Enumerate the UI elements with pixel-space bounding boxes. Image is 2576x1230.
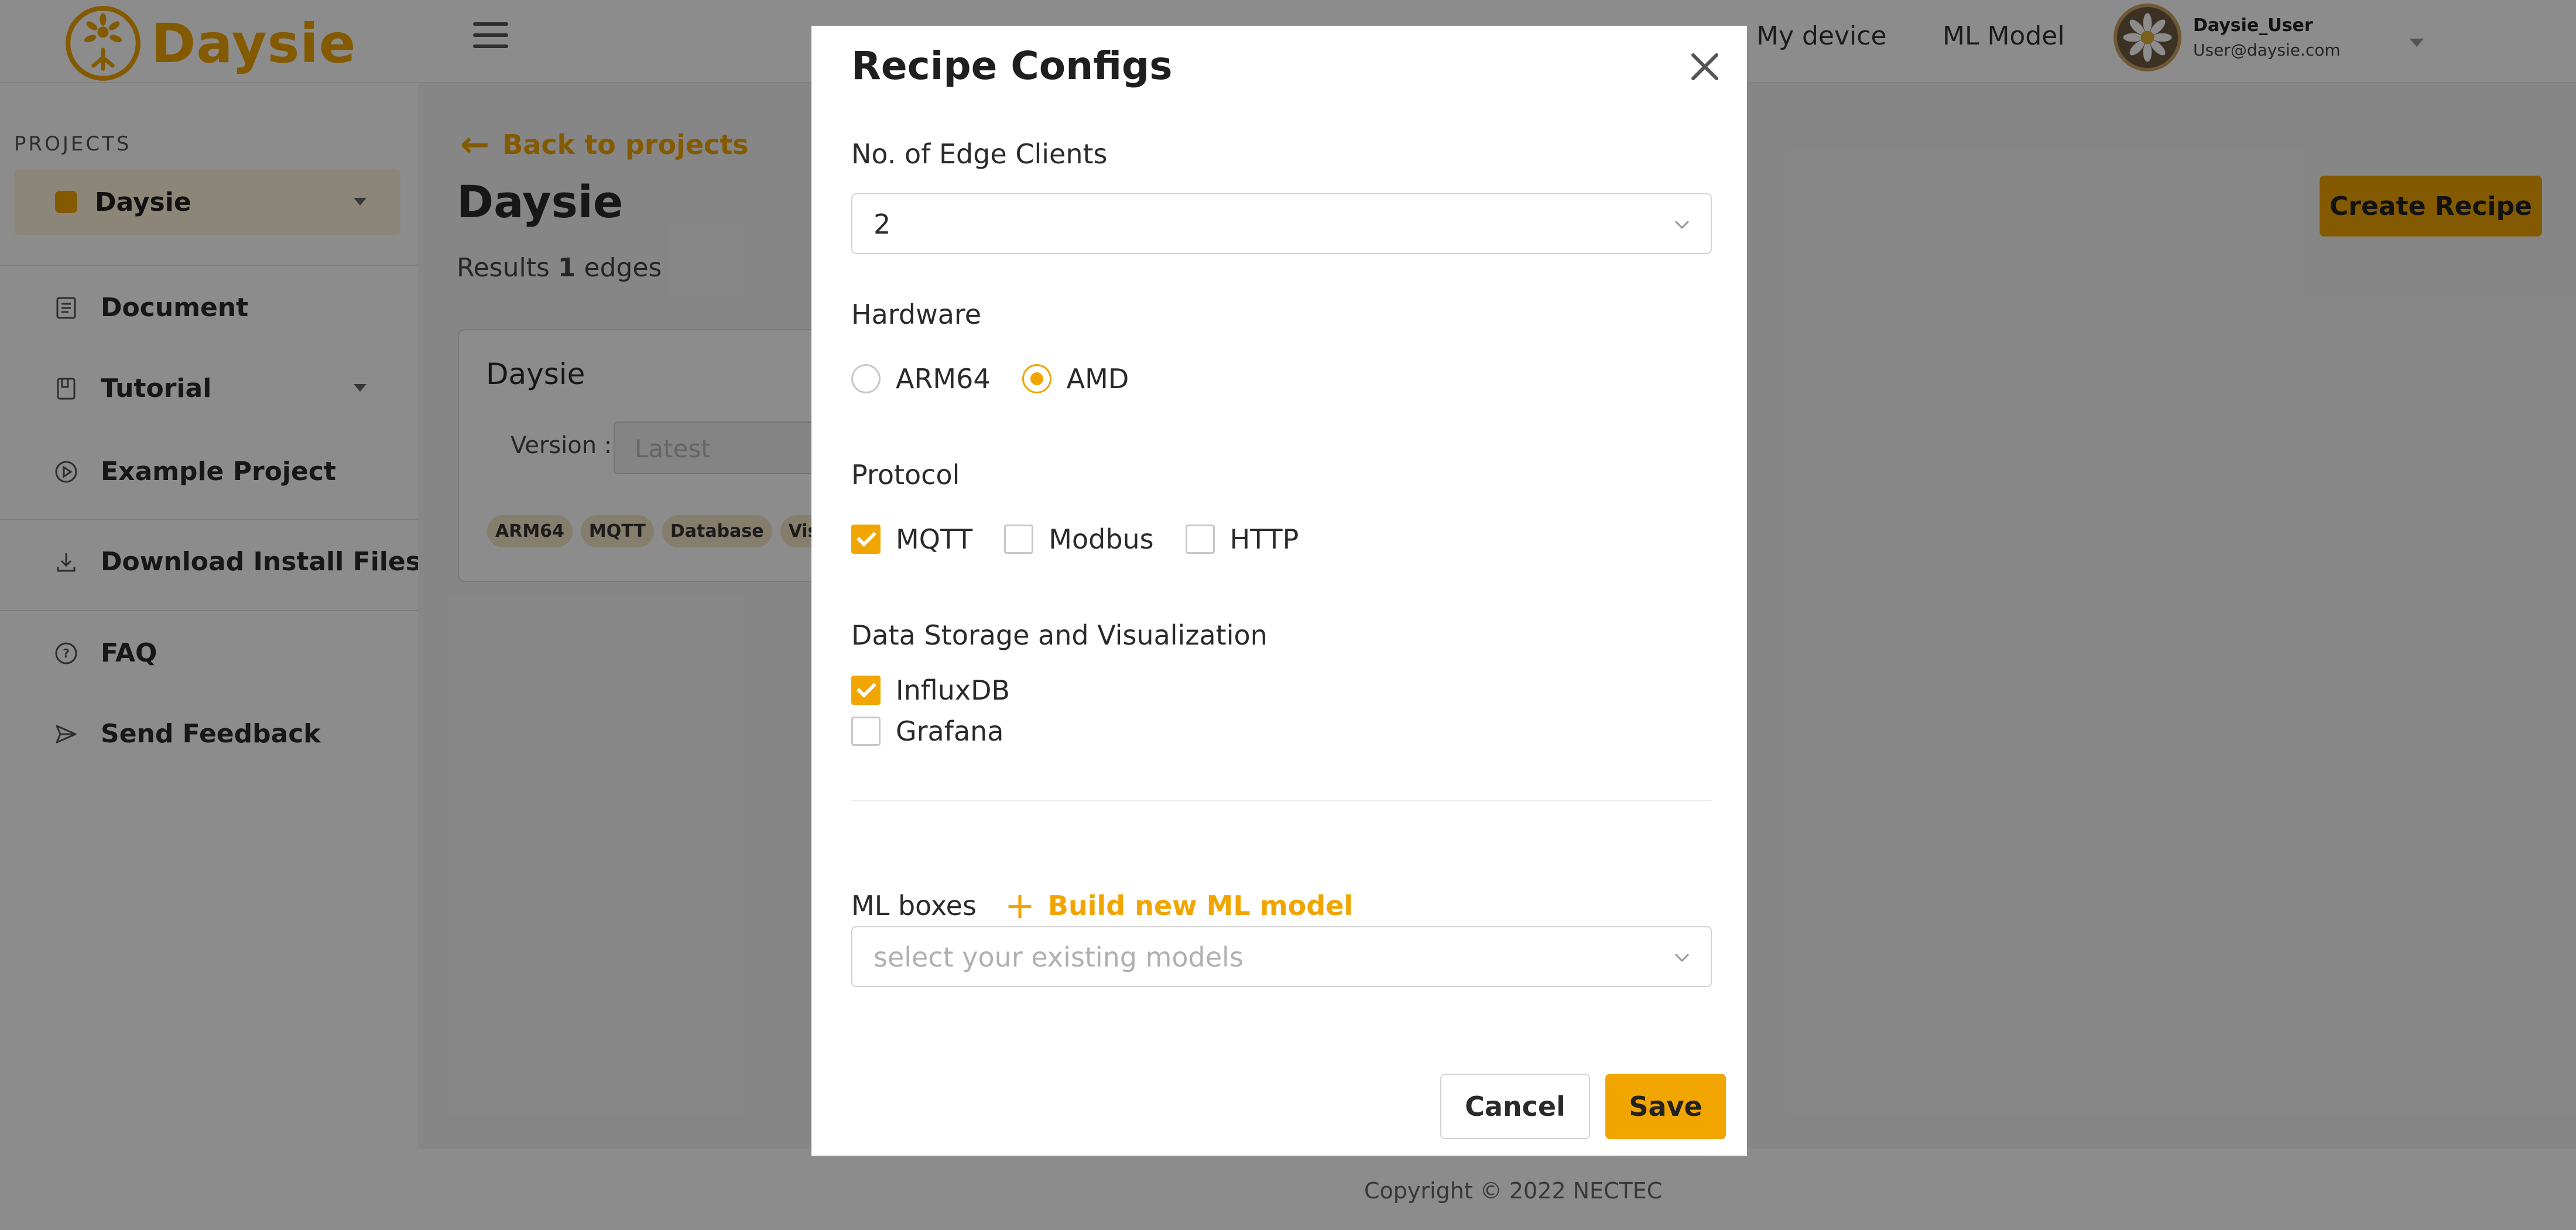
checkbox[interactable]: [851, 717, 881, 746]
option-label: InfluxDB: [896, 674, 1010, 706]
protocol-option-modbus[interactable]: Modbus: [1004, 523, 1154, 555]
protocol-option-mqtt[interactable]: MQTT: [851, 523, 972, 555]
edge-clients-select[interactable]: 2: [851, 193, 1712, 254]
radio-button-selected[interactable]: [1022, 364, 1051, 393]
option-label: ARM64: [896, 363, 991, 395]
chevron-down-icon: [1674, 953, 1690, 962]
storage-option-influxdb[interactable]: InfluxDB: [851, 674, 1010, 706]
recipe-configs-dialog: Recipe Configs No. of Edge Clients 2 Har…: [811, 26, 1747, 1156]
checkbox-checked[interactable]: [851, 676, 881, 705]
edge-clients-label: No. of Edge Clients: [851, 138, 1108, 170]
storage-label: Data Storage and Visualization: [851, 619, 1268, 651]
storage-option-influxdb-row: InfluxDB: [851, 674, 1042, 706]
cancel-button[interactable]: Cancel: [1440, 1074, 1590, 1139]
radio-button[interactable]: [851, 364, 881, 393]
close-icon[interactable]: [1684, 46, 1726, 88]
option-label: MQTT: [896, 523, 973, 555]
ml-boxes-label: ML boxes: [851, 889, 977, 921]
existing-models-select[interactable]: select your existing models: [851, 926, 1712, 987]
save-button[interactable]: Save: [1605, 1074, 1726, 1139]
hardware-option-amd[interactable]: AMD: [1022, 363, 1129, 395]
ml-boxes-row: ML boxes + Build new ML model: [851, 884, 1353, 927]
option-label: AMD: [1066, 363, 1129, 395]
checkbox[interactable]: [1004, 525, 1034, 554]
checkbox[interactable]: [1185, 525, 1215, 554]
option-label: Modbus: [1049, 523, 1154, 555]
chevron-down-icon: [1674, 220, 1690, 229]
option-label: HTTP: [1229, 523, 1299, 555]
protocol-checkbox-group: MQTT Modbus HTTP: [851, 523, 1330, 555]
hardware-radio-group: ARM64 AMD: [851, 363, 1160, 395]
protocol-label: Protocol: [851, 459, 960, 491]
checkbox-checked[interactable]: [851, 525, 881, 554]
existing-models-placeholder: select your existing models: [873, 941, 1244, 973]
dialog-divider: [851, 800, 1712, 801]
storage-option-grafana-row: Grafana: [851, 715, 1035, 747]
hardware-option-arm64[interactable]: ARM64: [851, 363, 991, 395]
hardware-label: Hardware: [851, 299, 982, 330]
storage-option-grafana[interactable]: Grafana: [851, 715, 1003, 747]
build-new-ml-model-link[interactable]: + Build new ML model: [1005, 884, 1353, 927]
edge-clients-value: 2: [873, 208, 891, 240]
dialog-title: Recipe Configs: [851, 43, 1173, 88]
build-label: Build new ML model: [1047, 889, 1354, 921]
plus-icon: +: [1004, 884, 1035, 927]
option-label: Grafana: [896, 715, 1004, 747]
protocol-option-http[interactable]: HTTP: [1185, 523, 1299, 555]
